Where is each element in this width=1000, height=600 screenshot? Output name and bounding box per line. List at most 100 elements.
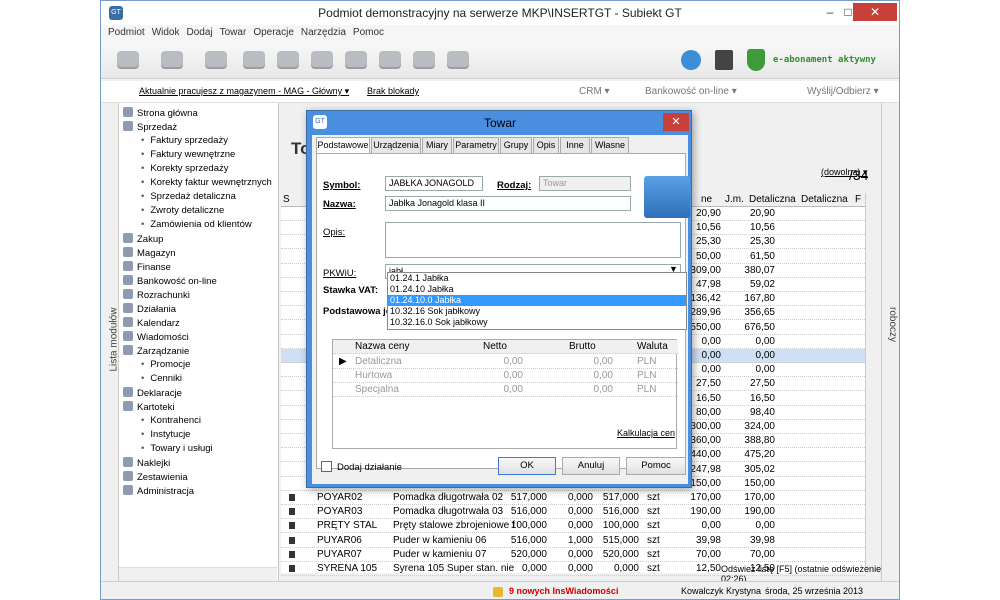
menu-item[interactable]: Dodaj: [186, 25, 212, 41]
table-row[interactable]: POYAR03 Pomadka długotrwała 03 516,000 0,00…: [281, 505, 865, 520]
column-header[interactable]: S: [283, 194, 290, 205]
locks-link[interactable]: Brak blokady: [367, 86, 419, 96]
sidebar-item[interactable]: Magazyn: [123, 247, 176, 259]
price-row[interactable]: ▶ Detaliczna 0,00 0,00 PLN: [333, 355, 678, 369]
tab-grupy[interactable]: Grupy: [500, 137, 532, 153]
ok-button[interactable]: OK: [498, 457, 556, 475]
sidebar-item[interactable]: Sprzedaż: [123, 121, 177, 133]
sidebar-item[interactable]: Instytucje: [141, 429, 190, 440]
price-row[interactable]: Specjalna 0,00 0,00 PLN: [333, 383, 678, 397]
tab-opis[interactable]: Opis: [533, 137, 559, 153]
sidebar-item[interactable]: Finanse: [123, 261, 171, 273]
tab-własne[interactable]: Własne: [591, 137, 629, 153]
toolbar-tool-icon[interactable]: [243, 51, 265, 69]
menu-item[interactable]: Towar: [220, 25, 247, 41]
nazwa-input[interactable]: Jabłka Jonagold klasa II: [385, 196, 631, 211]
sidebar-item[interactable]: Naklejki: [123, 457, 170, 469]
messages-status[interactable]: 9 nowych InsWiadomości: [509, 586, 618, 596]
menu-item[interactable]: Narzędzia: [301, 25, 346, 41]
toolbar-tool-icon[interactable]: [277, 51, 299, 69]
toolbar-tool-icon[interactable]: [205, 51, 227, 69]
sidebar-item[interactable]: Kalendarz: [123, 317, 180, 329]
close-button[interactable]: ✕: [853, 3, 897, 21]
table-row[interactable]: POYAR02 Pomadka długotrwała 02 517,000 0,00…: [281, 491, 865, 505]
sidebar-item[interactable]: Działania: [123, 303, 176, 315]
opis-textarea[interactable]: [385, 222, 681, 258]
toolbar-tool-icon[interactable]: [345, 51, 367, 69]
send-receive-menu[interactable]: Wyślij/Odbierz ▾: [807, 86, 879, 97]
sidebar-item[interactable]: Korekty sprzedaży: [141, 163, 228, 174]
record-count: /34: [849, 167, 869, 183]
sidebar-scrollbar[interactable]: [119, 567, 277, 581]
sidebar-item[interactable]: Wiadomości: [123, 331, 189, 343]
sidebar-item[interactable]: Promocje: [141, 359, 190, 370]
help-button[interactable]: Pomoc: [626, 457, 686, 475]
tab-urządzenia[interactable]: Urządzenia: [371, 137, 421, 153]
sidebar-item[interactable]: Zamówienia od klientów: [141, 219, 251, 230]
sidebar-item[interactable]: Faktury sprzedaży: [141, 135, 228, 146]
add-action-checkbox[interactable]: [321, 461, 332, 472]
tab-parametry[interactable]: Parametry: [453, 137, 499, 153]
menu-item[interactable]: Widok: [152, 25, 180, 41]
cancel-button[interactable]: Anuluj: [562, 457, 620, 475]
sidebar-item[interactable]: Kartoteki: [123, 401, 175, 413]
sidebar-item[interactable]: Deklaracje: [123, 387, 182, 399]
table-row[interactable]: PRĘTY STAL Pręty stalowe zbrojeniowe f 100…: [281, 519, 865, 534]
sidebar-item[interactable]: Towary i usługi: [141, 443, 212, 454]
sidebar-item[interactable]: Administracja: [123, 485, 194, 497]
crm-menu[interactable]: CRM ▾: [579, 86, 610, 97]
price-calc-link[interactable]: Kalkulacja cen: [617, 428, 675, 438]
sidebar-item[interactable]: Zakup: [123, 233, 163, 245]
pkwiu-option[interactable]: 01.24.1 Jabłka: [388, 273, 686, 284]
warehouse-selector[interactable]: Aktualnie pracujesz z magazynem - MAG - …: [139, 86, 349, 97]
rodzaj-select[interactable]: Towar: [539, 176, 631, 191]
table-scrollbar[interactable]: [865, 193, 879, 567]
column-header[interactable]: ne: [701, 194, 712, 205]
table-cell: 190,00: [690, 506, 721, 518]
column-header[interactable]: F: [855, 194, 861, 205]
pkwiu-option[interactable]: 10.32.16.0 Sok jabłkowy: [388, 317, 686, 328]
sidebar-item[interactable]: Kontrahenci: [141, 415, 201, 426]
tab-podstawowe[interactable]: Podstawowe: [316, 137, 370, 154]
globe-icon[interactable]: [681, 50, 701, 70]
module-icon: [123, 387, 133, 397]
tab-miary[interactable]: Miary: [422, 137, 452, 153]
product-image-icon[interactable]: [644, 176, 690, 218]
pkwiu-option[interactable]: 10.32.16 Sok jabłkowy: [388, 306, 686, 317]
column-header[interactable]: Detaliczna: [749, 194, 796, 205]
table-cell: 0,000: [567, 520, 593, 532]
pkwiu-option[interactable]: 01.24.10.0 Jabłka: [388, 295, 686, 306]
sidebar-item[interactable]: Faktury wewnętrzne: [141, 149, 235, 160]
table-row[interactable]: PUYAR06 Puder w kamieniu 06 516,000 1,000 51…: [281, 534, 865, 548]
symbol-input[interactable]: JABŁKA JONAGOLD: [385, 176, 483, 191]
menu-item[interactable]: Operacje: [253, 25, 294, 41]
dialog-close-button[interactable]: ✕: [663, 113, 689, 131]
menu-item[interactable]: Podmiot: [108, 25, 145, 41]
toolbar-tool-icon[interactable]: [379, 51, 401, 69]
price-row[interactable]: Hurtowa 0,00 0,00 PLN: [333, 369, 678, 383]
sidebar-item[interactable]: Sprzedaż detaliczna: [141, 191, 236, 202]
toolbar-tool-icon[interactable]: [311, 51, 333, 69]
column-header[interactable]: J.m.: [725, 194, 744, 205]
box-icon[interactable]: [715, 50, 733, 70]
sidebar-item[interactable]: Korekty faktur wewnętrznych: [141, 177, 271, 188]
sidebar-item[interactable]: Cenniki: [141, 373, 182, 384]
pkwiu-option[interactable]: 01.24.10 Jabłka: [388, 284, 686, 295]
menu-item[interactable]: Pomoc: [353, 25, 384, 41]
sidebar-item[interactable]: Bankowość on-line: [123, 275, 217, 287]
banking-menu[interactable]: Bankowość on-line ▾: [645, 86, 737, 97]
sidebar-item[interactable]: Rozrachunki: [123, 289, 190, 301]
toolbar-tool-icon[interactable]: [413, 51, 435, 69]
table-cell: 380,07: [744, 264, 775, 276]
toolbar-tool-icon[interactable]: [447, 51, 469, 69]
sidebar-item[interactable]: Strona główna: [123, 107, 198, 119]
sidebar-item[interactable]: Zarządzanie: [123, 345, 189, 357]
column-header[interactable]: Detaliczna: [801, 194, 848, 205]
eabonament-status[interactable]: e-abonament aktywny: [773, 55, 876, 65]
sidebar-item[interactable]: Zestawienia: [123, 471, 188, 483]
tab-inne[interactable]: Inne: [560, 137, 590, 153]
table-row[interactable]: PUYAR07 Puder w kamieniu 07 520,000 0,000 52…: [281, 548, 865, 562]
toolbar-tool-icon[interactable]: [161, 51, 183, 69]
toolbar-tool-icon[interactable]: [117, 51, 139, 69]
sidebar-item[interactable]: Zwroty detaliczne: [141, 205, 224, 216]
